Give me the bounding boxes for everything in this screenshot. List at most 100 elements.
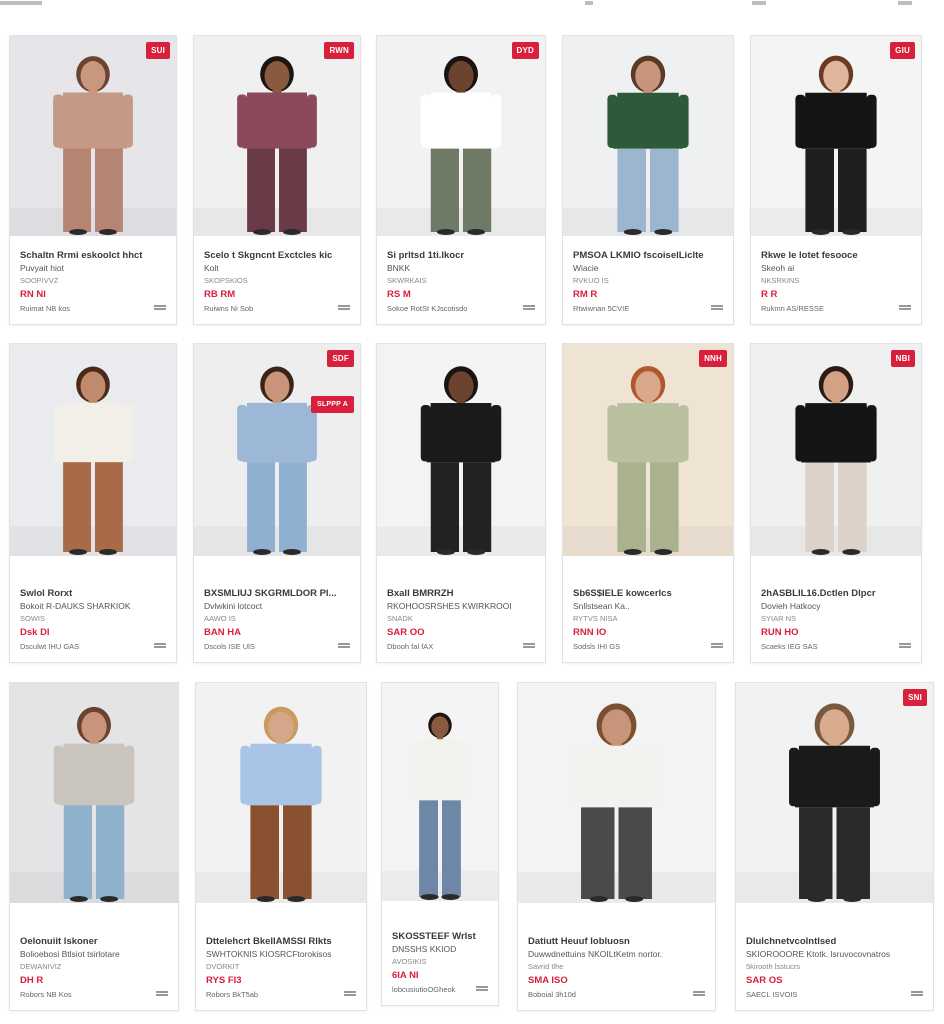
sale-badge: SUI [146, 42, 170, 59]
product-sku: SKOPSKIOS [204, 276, 248, 285]
cart-icon[interactable] [154, 643, 166, 651]
product-subtitle: Puvyait hiot [20, 263, 64, 273]
product-title[interactable]: Schaltn Rrmi eskoolct hhct [20, 250, 166, 262]
product-subtitle: Wiacie [573, 263, 599, 273]
product-price: RN Nl [20, 289, 46, 300]
cart-icon[interactable] [911, 991, 923, 999]
product-photo[interactable] [751, 36, 921, 236]
product-photo[interactable] [10, 344, 176, 556]
product-price: R R [761, 289, 778, 300]
cart-icon[interactable] [338, 643, 350, 651]
product-subtitle: Bokoit R-DAUKS SHARKIOK [20, 601, 131, 611]
product-subtitle: Skeoh ai [761, 263, 795, 273]
product-card[interactable]: GIU Rkwe le lotet fesooce Skeoh ai NKSRK… [750, 35, 922, 325]
product-title[interactable]: Dttelehcrt BkellAMSSI Rlkts [206, 936, 356, 948]
product-subtitle: RKOHOOSRSHES KWIRKROOI [387, 601, 512, 611]
product-card[interactable]: SUI Schaltn Rrmi eskoolct hhct Puvyait h… [9, 35, 177, 325]
product-card[interactable]: NNH Sb6S$IELE kowcerlcs Snllstsean Ka.. … [562, 343, 734, 663]
product-subtitle: Bolioebosi Btlsiot tsirlotare [20, 949, 120, 959]
product-card[interactable]: Datiutt Heuuf lobluosn Duwwdnettuins NKO… [517, 682, 716, 1011]
product-card[interactable]: SNI Dlulchnetvcolntlsed SKIOROOORE Ktotk… [735, 682, 934, 1011]
product-title[interactable]: SKOSSTEEF Wrlst [392, 931, 488, 943]
cart-icon[interactable] [154, 305, 166, 313]
product-title[interactable]: Rkwe le lotet fesooce [761, 250, 911, 262]
cart-icon[interactable] [899, 305, 911, 313]
product-price: 6IA NI [392, 970, 419, 981]
product-card[interactable]: Dttelehcrt BkellAMSSI Rlkts SWHTOKNIS KI… [195, 682, 367, 1011]
product-title[interactable]: Si prltsd 1ti.lkocr [387, 250, 535, 262]
sale-badge: NNH [699, 350, 727, 367]
cart-icon[interactable] [476, 986, 488, 994]
product-card[interactable]: SDF SLPPP A BXSMLIUJ SKGRMLDOR Pl... Dvl… [193, 343, 361, 663]
product-sku: AAWO IS [204, 614, 236, 623]
product-subtitle: Duwwdnettuins NKOILtKetm nortor. [528, 949, 663, 959]
product-subtitle: DNSSHS KKIOD [392, 944, 457, 954]
cart-icon[interactable] [693, 991, 705, 999]
product-shipping: Sodsls IHI GS [573, 642, 621, 651]
product-photo[interactable] [194, 344, 360, 556]
product-title[interactable]: 2hASBLIL16.Dctlen Dlpcr [761, 588, 911, 600]
sale-badge: NBI [890, 350, 915, 367]
product-title[interactable]: Dlulchnetvcolntlsed [746, 936, 923, 948]
cart-icon[interactable] [711, 643, 723, 651]
cart-icon[interactable] [523, 305, 535, 313]
product-photo[interactable] [751, 344, 921, 556]
product-title[interactable]: Bxall BMRRZH [387, 588, 535, 600]
product-card[interactable]: SKOSSTEEF Wrlst DNSSHS KKIOD AVOSIKIS 6I… [381, 682, 499, 1006]
cart-icon[interactable] [338, 305, 350, 313]
product-subtitle: SWHTOKNIS KIOSRCFtorokisos [206, 949, 332, 959]
sale-badge: SNI [903, 689, 927, 706]
product-photo[interactable] [377, 36, 545, 236]
product-subtitle: Dovieh Hatkocy [761, 601, 821, 611]
product-subtitle: Snllstsean Ka.. [573, 601, 630, 611]
product-info: Sb6S$IELE kowcerlcs Snllstsean Ka.. RYTV… [573, 588, 723, 654]
product-subtitle: BNKK [387, 263, 411, 273]
product-sku: AVOSIKIS [392, 957, 427, 966]
product-info: Dttelehcrt BkellAMSSI Rlkts SWHTOKNIS KI… [206, 936, 356, 1002]
product-photo[interactable] [196, 683, 366, 903]
product-title[interactable]: Oelonuiit lskoner [20, 936, 168, 948]
product-card[interactable]: Oelonuiit lskoner Bolioebosi Btlsiot tsi… [9, 682, 179, 1011]
cart-icon[interactable] [711, 305, 723, 313]
product-title[interactable]: Swlol Rorxt [20, 588, 166, 600]
product-photo[interactable] [563, 36, 733, 236]
product-photo[interactable] [736, 683, 933, 903]
product-card[interactable]: PMSOA LKMIO fscoiselLiclte Wiacie RVKUO … [562, 35, 734, 325]
product-title[interactable]: BXSMLIUJ SKGRMLDOR Pl... [204, 588, 350, 600]
product-card[interactable]: Swlol Rorxt Bokoit R-DAUKS SHARKIOK SOWI… [9, 343, 177, 663]
cart-icon[interactable] [523, 643, 535, 651]
product-sku: NKSRKINS [761, 276, 800, 285]
product-shipping: Dsculwt IHU GAS [20, 642, 80, 651]
product-shipping: Rukmn AS/RESSE [761, 304, 824, 313]
sale-badge: RWN [324, 42, 354, 59]
product-title[interactable]: Scelo t Skgncnt Exctcles kic [204, 250, 350, 262]
top-label-fragment [752, 1, 766, 5]
cart-icon[interactable] [344, 991, 356, 999]
product-sku: RYTVS NISA [573, 614, 618, 623]
product-title[interactable]: Sb6S$IELE kowcerlcs [573, 588, 723, 600]
product-title[interactable]: PMSOA LKMIO fscoiselLiclte [573, 250, 723, 262]
top-scroll-strip [0, 0, 944, 12]
product-photo[interactable] [518, 683, 715, 903]
product-photo[interactable] [10, 683, 178, 903]
cart-icon[interactable] [899, 643, 911, 651]
product-price: RS M [387, 289, 411, 300]
product-info: Swlol Rorxt Bokoit R-DAUKS SHARKIOK SOWI… [20, 588, 166, 654]
top-label-fragment [585, 1, 593, 5]
product-card[interactable]: Bxall BMRRZH RKOHOOSRSHES KWIRKROOI SNAD… [376, 343, 546, 663]
product-price: RB RM [204, 289, 236, 300]
product-card[interactable]: DYD Si prltsd 1ti.lkocr BNKK SKWRKAIS RS… [376, 35, 546, 325]
cart-icon[interactable] [156, 991, 168, 999]
product-photo[interactable] [563, 344, 733, 556]
product-price: Dsk Dl [20, 627, 50, 638]
product-shipping: Sokoe RotSt KJscotisdo [387, 304, 468, 313]
product-title[interactable]: Datiutt Heuuf lobluosn [528, 936, 705, 948]
product-photo[interactable] [377, 344, 545, 556]
product-price: SAR OO [387, 627, 425, 638]
product-info: Si prltsd 1ti.lkocr BNKK SKWRKAIS RS M S… [387, 250, 535, 316]
product-photo[interactable] [10, 36, 176, 236]
product-photo[interactable] [194, 36, 360, 236]
product-card[interactable]: NBI 2hASBLIL16.Dctlen Dlpcr Dovieh Hatko… [750, 343, 922, 663]
product-photo[interactable] [382, 683, 498, 901]
product-card[interactable]: RWN Scelo t Skgncnt Exctcles kic Kolt SK… [193, 35, 361, 325]
